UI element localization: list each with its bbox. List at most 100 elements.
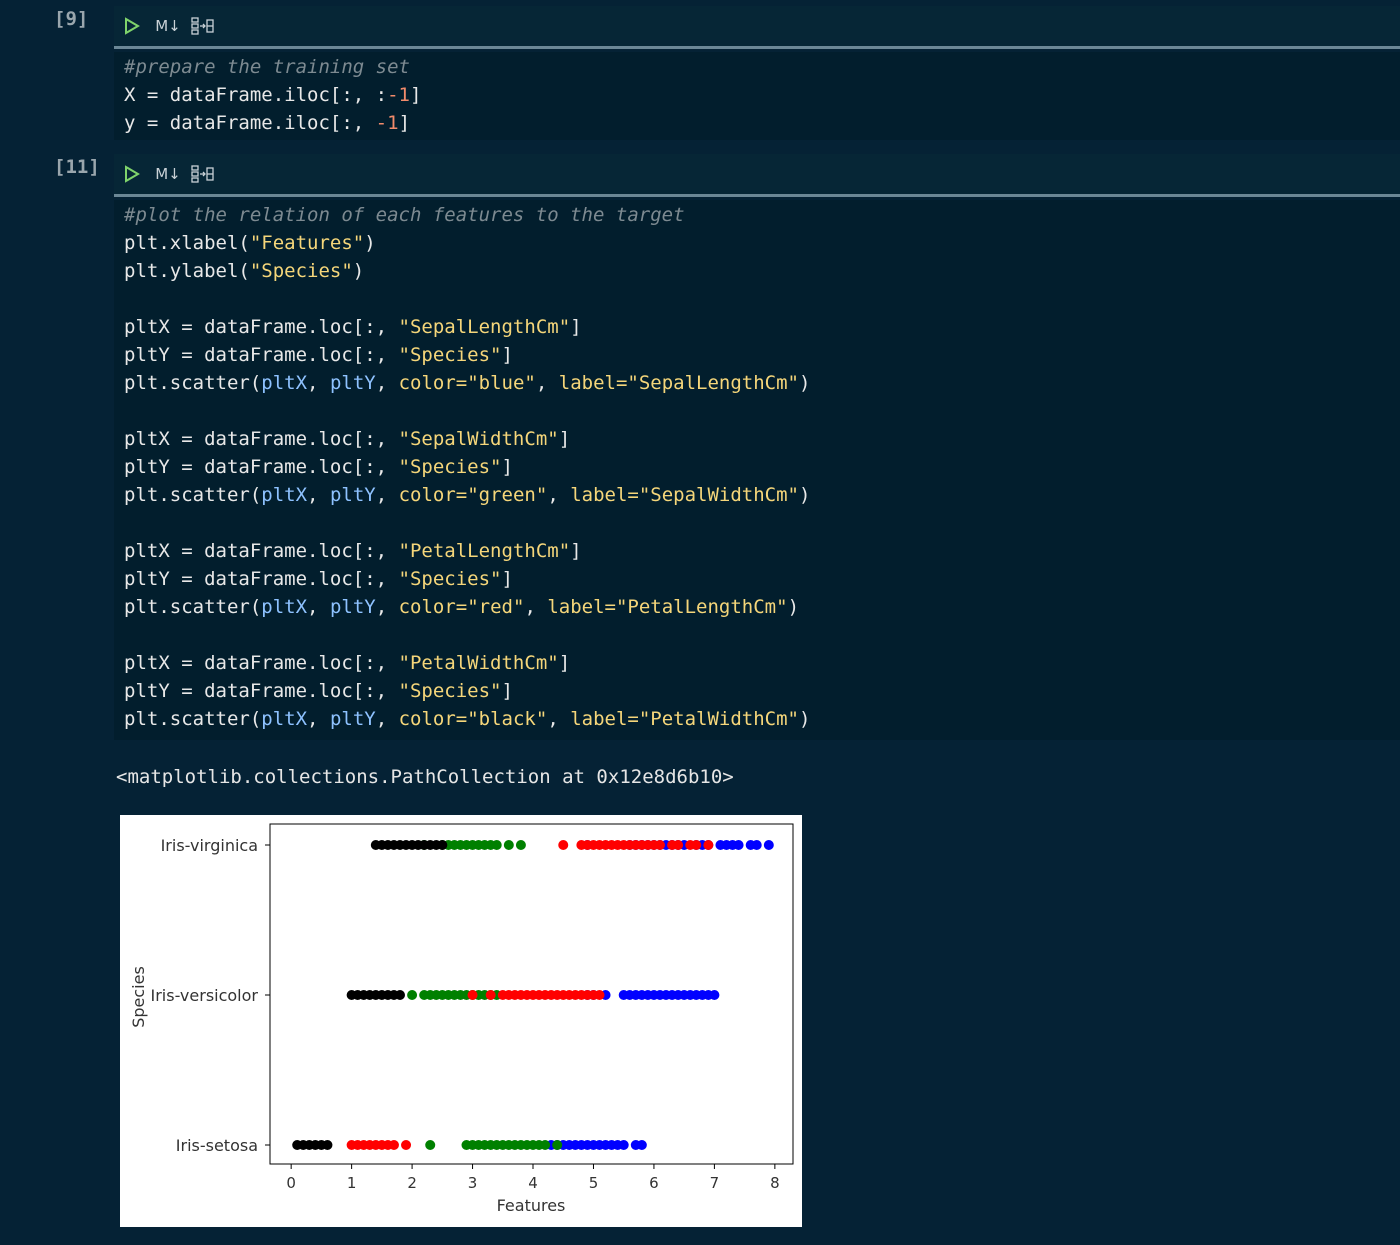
code-token: ] [570, 540, 582, 562]
code-token: "PetalLengthCm" [615, 596, 788, 618]
code-token: pltX = dataFrame.loc[:, [124, 652, 399, 674]
code-token: ) [364, 232, 376, 254]
code-token: "Species" [398, 568, 502, 590]
code-token: , [375, 372, 399, 394]
code-token: pltY = dataFrame.loc[:, [124, 344, 399, 366]
code-token: pltY = dataFrame.loc[:, [124, 456, 399, 478]
scatter-point [654, 840, 665, 850]
code-token: ] [398, 112, 411, 134]
scatter-point [407, 990, 418, 1000]
cell-toolbar: M↓ [114, 154, 1400, 197]
code-token: "PetalWidthCm" [398, 652, 559, 674]
scatter-point [709, 990, 720, 1000]
code-line: pltX = dataFrame.loc[:, "PetalLengthCm"] [124, 537, 1400, 565]
split-cell-icon[interactable] [188, 11, 218, 41]
scatter-point [515, 840, 526, 850]
code-token: "SepalLengthCm" [398, 316, 571, 338]
code-token: "SepalLengthCm" [627, 372, 799, 394]
code-token: "blue" [467, 372, 536, 394]
code-token: ) [787, 596, 800, 618]
code-editor[interactable]: #plot the relation of each features to t… [114, 200, 1400, 740]
x-tick-label: 5 [589, 1174, 599, 1192]
scatter-point [401, 1140, 412, 1150]
code-token: "black" [467, 708, 548, 730]
x-tick-label: 6 [649, 1174, 659, 1192]
scatter-point [673, 840, 684, 850]
code-token: plt.ylabel( [124, 260, 250, 282]
code-token: pltY [329, 372, 376, 394]
code-token: X = dataFrame.iloc[:, : [124, 84, 388, 106]
code-line: pltX = dataFrame.loc[:, "SepalLengthCm"] [124, 313, 1400, 341]
code-token: , [535, 372, 559, 394]
play-icon[interactable] [122, 159, 142, 189]
code-token: pltX = dataFrame.loc[:, [124, 428, 399, 450]
code-token: pltY = dataFrame.loc[:, [124, 680, 399, 702]
play-icon[interactable] [122, 11, 142, 41]
code-line: #prepare the training set [124, 53, 1400, 81]
y-tick-label: Iris-versicolor [151, 986, 259, 1005]
code-line: y = dataFrame.iloc[:, -1] [124, 109, 1400, 137]
x-tick-label: 1 [347, 1174, 357, 1192]
code-token: ] [501, 680, 513, 702]
x-axis-label: Features [497, 1196, 566, 1215]
code-token: "Species" [249, 260, 353, 282]
scatter-point [558, 840, 569, 850]
markdown-toggle-button[interactable]: M↓ [154, 11, 182, 41]
code-token: -1 [375, 112, 399, 134]
scatter-point [636, 1140, 647, 1150]
code-token: , [307, 708, 330, 730]
code-token: color= [398, 484, 468, 506]
scatter-point [491, 840, 502, 850]
code-token: plt.xlabel( [124, 232, 250, 254]
code-token: "PetalLengthCm" [398, 540, 571, 562]
code-token: pltY [329, 596, 376, 618]
code-token: pltX = dataFrame.loc[:, [124, 316, 399, 338]
x-tick-label: 8 [770, 1174, 780, 1192]
code-token: pltX [261, 596, 308, 618]
code-line: plt.scatter(pltX, pltY, color="red", lab… [124, 593, 1400, 621]
y-axis-label: Species [129, 966, 148, 1028]
x-tick-label: 3 [468, 1174, 478, 1192]
code-token: "Species" [398, 680, 502, 702]
split-cell-icon[interactable] [188, 159, 218, 189]
scatter-plot: Features Species 0 1 2 3 4 5 6 7 8 Iris-setosa Iri… [120, 815, 802, 1227]
scatter-point [594, 990, 605, 1000]
code-line: pltX = dataFrame.loc[:, "PetalWidthCm"] [124, 649, 1400, 677]
scatter-point [552, 1140, 563, 1150]
code-line: plt.ylabel("Species") [124, 257, 1400, 285]
code-line: plt.xlabel("Features") [124, 229, 1400, 257]
y-tick-label: Iris-virginica [161, 836, 258, 855]
code-token: color= [398, 596, 468, 618]
scatter-point [467, 990, 478, 1000]
code-token: pltX [261, 484, 308, 506]
code-editor[interactable]: #prepare the training set X = dataFrame.i… [114, 52, 1400, 140]
code-token: , [375, 484, 399, 506]
code-token: plt.scatter( [124, 596, 262, 618]
x-tick-label: 0 [286, 1174, 296, 1192]
x-tick-label: 4 [528, 1174, 538, 1192]
code-token: "Features" [249, 232, 365, 254]
code-token: "green" [467, 484, 548, 506]
y-tick-label: Iris-setosa [176, 1136, 258, 1155]
code-token: label= [558, 372, 628, 394]
code-line: pltY = dataFrame.loc[:, "Species"] [124, 453, 1400, 481]
code-token: "SepalWidthCm" [638, 484, 799, 506]
markdown-toggle-button[interactable]: M↓ [154, 159, 182, 189]
scatter-point [733, 840, 744, 850]
scatter-point [691, 840, 702, 850]
code-line: pltY = dataFrame.loc[:, "Species"] [124, 677, 1400, 705]
code-token: "Species" [398, 344, 502, 366]
code-token: -1 [387, 84, 410, 106]
code-token: "SepalWidthCm" [398, 428, 559, 450]
code-token: #prepare the training set [124, 56, 410, 78]
scatter-point [437, 840, 448, 850]
code-token: ] [410, 84, 422, 106]
scatter-point [485, 990, 496, 1000]
x-tick-label: 2 [407, 1174, 417, 1192]
execution-count: [11] [54, 156, 100, 178]
code-token: plt.scatter( [124, 372, 262, 394]
code-token: , [547, 484, 571, 506]
